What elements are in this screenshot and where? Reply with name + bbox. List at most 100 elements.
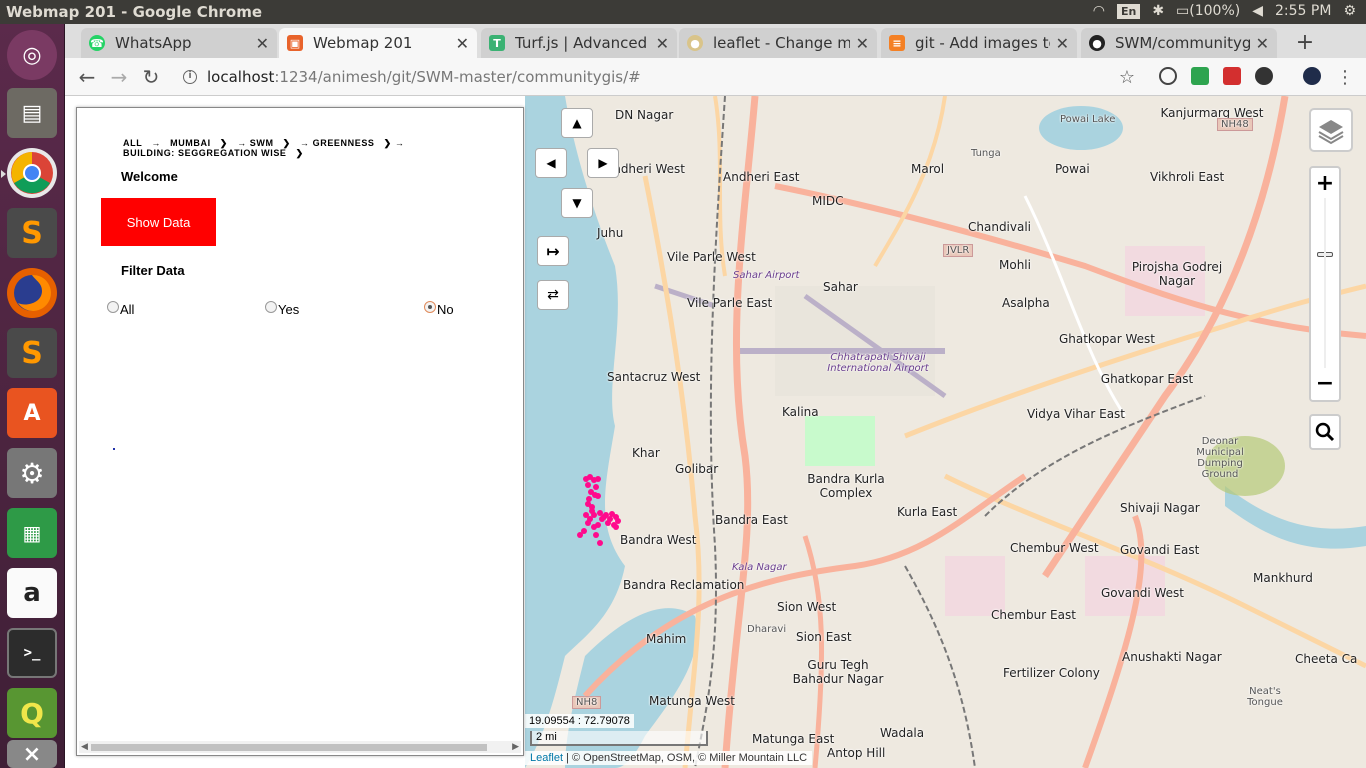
tab-turfjs[interactable]: T Turf.js | Advanced g ✕ [481,28,677,58]
chrome-icon[interactable] [7,148,57,198]
data-point-marker[interactable] [613,524,619,530]
url-host: localhost [207,68,275,86]
new-tab-button[interactable]: + [1291,28,1319,56]
breadcrumb-item[interactable]: ALL → [123,138,161,148]
address-bar[interactable]: i localhost:1234/animesh/git/SWM-master/… [183,63,1143,91]
data-point-marker[interactable] [593,532,599,538]
breadcrumb-item[interactable]: → GREENNESS ❯ → [300,138,405,148]
volume-icon[interactable]: ◀ [1252,3,1263,19]
data-point-marker[interactable] [591,524,597,530]
zoom-out-button[interactable]: − [1311,368,1339,398]
map-label: Vidya Vihar East [1026,407,1126,421]
reload-button[interactable]: ↻ [139,65,163,89]
data-point-marker[interactable] [597,540,603,546]
clock[interactable]: 2:55 PM [1275,3,1331,19]
scrollbar-thumb[interactable] [91,744,487,751]
scroll-right-arrow[interactable]: ▶ [512,742,519,752]
scroll-left-arrow[interactable]: ◀ [81,742,88,752]
breadcrumb-item[interactable]: MUMBAI ❯ [170,138,228,148]
horizontal-scrollbar[interactable]: ◀ ▶ [79,741,521,753]
tab-close-icon[interactable]: ✕ [456,34,469,53]
search-button[interactable] [1309,414,1341,450]
radio-button[interactable] [107,300,119,313]
tab-webmap-201[interactable]: ▣ Webmap 201 ✕ [279,28,477,58]
qgis-icon[interactable]: Q [7,688,57,738]
data-point-marker[interactable] [595,493,601,499]
radio-button[interactable] [265,300,277,313]
keyboard-layout-indicator[interactable]: En [1116,3,1141,19]
trash-icon[interactable]: ⨯ [7,740,57,768]
data-point-marker[interactable] [585,482,591,488]
breadcrumb-item[interactable]: → SWM ❯ [237,138,291,148]
extension-sync-icon[interactable] [1159,67,1177,85]
leaflet-map[interactable]: DN Nagar Andheri West Andheri East MIDC Maro… [525,96,1366,768]
extension-download-icon[interactable] [1191,67,1209,85]
web-page: DN Nagar Andheri West Andheri East MIDC Maro… [65,96,1366,768]
terminal-icon[interactable]: >_ [7,628,57,678]
tab-close-icon[interactable]: ✕ [856,34,869,53]
site-info-icon[interactable]: i [183,70,197,84]
libreoffice-calc-icon[interactable]: ▦ [7,508,57,558]
battery-icon[interactable]: ▭(100%) [1176,3,1240,19]
map-label: Juhu [597,226,624,240]
filter-radio-no[interactable]: No [424,300,454,317]
filter-data-heading: Filter Data [121,263,185,278]
data-point-marker[interactable] [589,504,595,510]
pan-left-button[interactable]: ◀ [535,148,567,178]
files-icon[interactable]: ▤ [7,88,57,138]
radio-button[interactable] [424,300,436,313]
extension-gnome-icon[interactable] [1255,67,1273,85]
ubuntu-dash-icon[interactable]: ◎ [7,30,57,80]
tab-git-add-images[interactable]: ≡ git - Add images to R ✕ [881,28,1077,58]
data-point-marker[interactable] [595,476,601,482]
extension-pdf-icon[interactable] [1223,67,1241,85]
pan-down-button[interactable]: ▼ [561,188,593,218]
zoom-slider-control[interactable]: + − [1309,166,1341,402]
filter-radio-all[interactable]: All [107,300,135,317]
sublime-text-icon[interactable]: S [7,208,57,258]
map-label: Santacruz West [607,370,701,384]
tab-close-icon[interactable]: ✕ [1056,34,1069,53]
software-center-icon[interactable]: A [7,388,57,438]
amazon-icon[interactable]: a [7,568,57,618]
system-settings-icon[interactable]: ⚙ [7,448,57,498]
pan-right-button[interactable]: ▶ [587,148,619,178]
tab-leaflet-change-marker[interactable]: ● leaflet - Change mar ✕ [679,28,877,58]
power-gear-icon[interactable]: ⚙ [1343,3,1356,19]
forward-button[interactable]: → [107,65,131,89]
ubuntu-top-panel: Webmap 201 - Google Chrome ◠ En ✱ ▭(100%… [0,0,1366,24]
bluetooth-icon[interactable]: ✱ [1152,3,1164,19]
chrome-menu-icon[interactable]: ⋮ [1333,65,1357,89]
fit-bounds-button[interactable]: ↦ [537,236,569,266]
zoom-in-button[interactable]: + [1311,168,1339,198]
breadcrumb-item[interactable]: BUILDING: SEGGREGATION WISE ❯ [123,148,304,158]
pan-up-button[interactable]: ▲ [561,108,593,138]
wifi-icon[interactable]: ◠ [1093,3,1105,19]
map-label: Pirojsha Godrej Nagar [1131,260,1223,288]
tab-whatsapp[interactable]: ☎ WhatsApp ✕ [81,28,277,58]
layers-control-button[interactable] [1309,108,1353,152]
data-point-marker[interactable] [585,520,591,526]
tab-swm-communitygis[interactable]: ● SWM/communitygis ✕ [1081,28,1277,58]
sublime-text-2-icon[interactable]: S [7,328,57,378]
radio-label: All [120,302,135,317]
profile-avatar[interactable] [1303,67,1321,85]
back-button[interactable]: ← [75,65,99,89]
show-data-button[interactable]: Show Data [101,198,216,246]
data-point-marker[interactable] [577,532,583,538]
leaflet-link[interactable]: Leaflet [530,752,563,764]
map-label: Kurla East [897,505,958,519]
tab-close-icon[interactable]: ✕ [656,34,669,53]
data-point-marker[interactable] [593,484,599,490]
firefox-icon[interactable] [7,268,57,318]
tab-close-icon[interactable]: ✕ [256,34,269,53]
filter-radio-yes[interactable]: Yes [265,300,299,317]
tab-label: leaflet - Change mar [713,34,850,52]
data-point-marker[interactable] [607,516,613,522]
swap-layers-button[interactable]: ⇄ [537,280,569,310]
window-title: Webmap 201 - Google Chrome [6,3,263,21]
map-label: Andheri East [723,170,800,184]
tab-close-icon[interactable]: ✕ [1256,34,1269,53]
bookmark-star-icon[interactable]: ☆ [1115,65,1139,89]
stray-dot [113,448,115,450]
